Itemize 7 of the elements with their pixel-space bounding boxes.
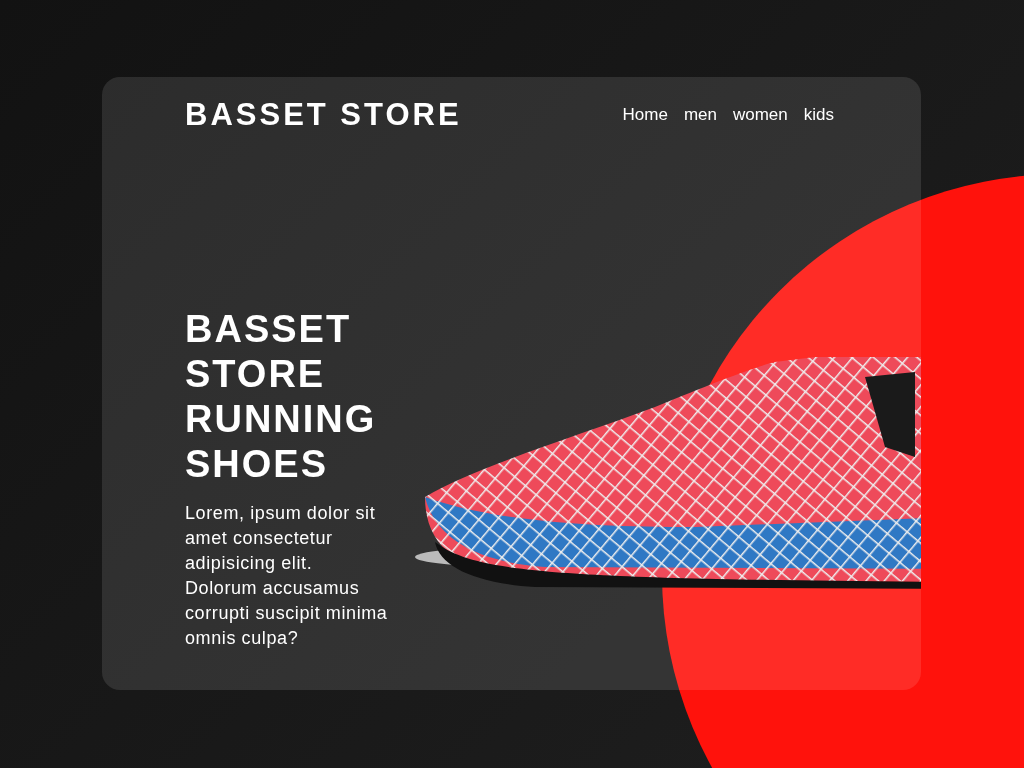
nav-link[interactable]: women [732, 105, 788, 125]
nav-link[interactable]: men [683, 105, 717, 125]
brand-name: BASSET STORE [185, 97, 462, 133]
hero-description: Lorem, ipsum dolor sit amet consectetur adipisicing elit. Dolorum accusamus corrupti suscipit minima omnis culpa? [185, 502, 389, 650]
hero-title: BASSET STORE RUNNING SHOES [185, 307, 378, 487]
nav-link[interactable]: Home [622, 105, 668, 125]
nav-link[interactable]: kids [803, 105, 834, 125]
